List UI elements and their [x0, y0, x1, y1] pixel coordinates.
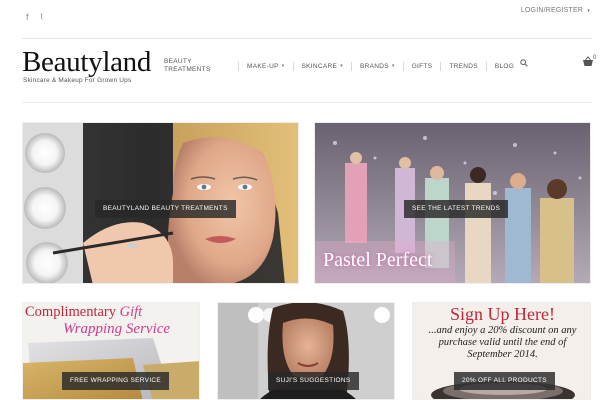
pastel-perfect-overlay: Pastel Perfect [323, 249, 433, 271]
nav-item-label: SKINCARE [301, 62, 338, 70]
nav-item-trends[interactable]: TRENDS [449, 63, 478, 70]
login-register-link[interactable]: LOGIN/REGISTER ▾ [521, 7, 590, 14]
chevron-down-icon: ▾ [281, 63, 285, 69]
site-logo[interactable]: Beautyland [22, 46, 151, 79]
nav-separator [292, 61, 294, 71]
gift-wrap-subtitle: Wrapping Service [63, 321, 171, 337]
gift-wrap-title-part: Complimentary [25, 304, 120, 320]
sign-up-description: ...and enjoy a 20% discount on any purch… [428, 325, 577, 360]
nav-separator [485, 61, 487, 71]
sujis-suggestions-button[interactable]: SUJI'S SUGGESTIONS [268, 372, 359, 390]
promo-tile-sign-up[interactable]: Sign Up Here! ...and enjoy a 20% discoun… [412, 302, 591, 400]
nav-separator [440, 61, 442, 71]
nav-separator [238, 61, 239, 71]
twitter-icon[interactable]: t [41, 12, 43, 22]
nav-item-label: BLOG [494, 62, 515, 70]
nav-item-label: MAKE-UP [247, 62, 279, 70]
promo-tile-suji-suggestions[interactable]: SUJI'S SUGGESTIONS [217, 302, 395, 400]
nav-item-label: BRANDS [359, 62, 389, 70]
beauty-treatments-button[interactable]: BEAUTYLAND BEAUTY TREATMENTS [95, 200, 236, 218]
social-links: f t [26, 12, 43, 22]
gift-wrap-title-part: Gift [119, 304, 143, 320]
nav-item-label: TRENDS [449, 62, 478, 70]
nav-item-blog[interactable]: BLOG [495, 63, 514, 70]
nav-item-gifts[interactable]: GIFTS [412, 63, 433, 70]
login-register-label: LOGIN/REGISTER [520, 7, 584, 14]
divider [22, 102, 592, 103]
nav-item-beauty-treatments[interactable]: BEAUTY TREATMENTS [164, 58, 230, 74]
twenty-percent-off-button[interactable]: 20% OFF ALL PRODUCTS [454, 372, 555, 390]
chevron-down-icon: ▾ [340, 63, 343, 69]
cart-count: 0 [593, 55, 597, 61]
promo-tile-beauty-treatments[interactable]: BEAUTYLAND BEAUTY TREATMENTS [22, 122, 299, 284]
nav-separator [350, 61, 352, 71]
chevron-down-icon: ▾ [587, 8, 590, 14]
promo-tile-latest-trends[interactable]: Pastel Perfect SEE THE LATEST TRENDS [314, 122, 591, 284]
free-wrapping-button[interactable]: FREE WRAPPING SERVICE [62, 372, 170, 390]
nav-item-skincare[interactable]: SKINCARE ▾ [302, 63, 343, 70]
main-nav: BEAUTY TREATMENTS MAKE-UP ▾ SKINCARE ▾ B… [164, 58, 514, 74]
nav-item-brands[interactable]: BRANDS ▾ [360, 63, 395, 70]
sign-up-title: Sign Up Here! [450, 304, 555, 324]
nav-item-label: GIFTS [411, 62, 433, 70]
site-tagline: Skincare & Makeup For Grown Ups [23, 77, 132, 84]
search-icon[interactable] [520, 59, 528, 67]
latest-trends-button[interactable]: SEE THE LATEST TRENDS [404, 200, 509, 218]
chevron-down-icon: ▾ [391, 63, 395, 69]
nav-separator [402, 61, 404, 71]
divider [22, 38, 592, 39]
facebook-icon[interactable]: f [26, 12, 29, 22]
promo-tile-gift-wrapping[interactable]: Complimentary Gift Wrapping Service FREE… [22, 302, 200, 400]
gift-wrap-title: Complimentary Gift [25, 304, 142, 321]
nav-item-label: BEAUTY TREATMENTS [164, 58, 211, 73]
nav-item-make-up[interactable]: MAKE-UP ▾ [247, 63, 285, 70]
